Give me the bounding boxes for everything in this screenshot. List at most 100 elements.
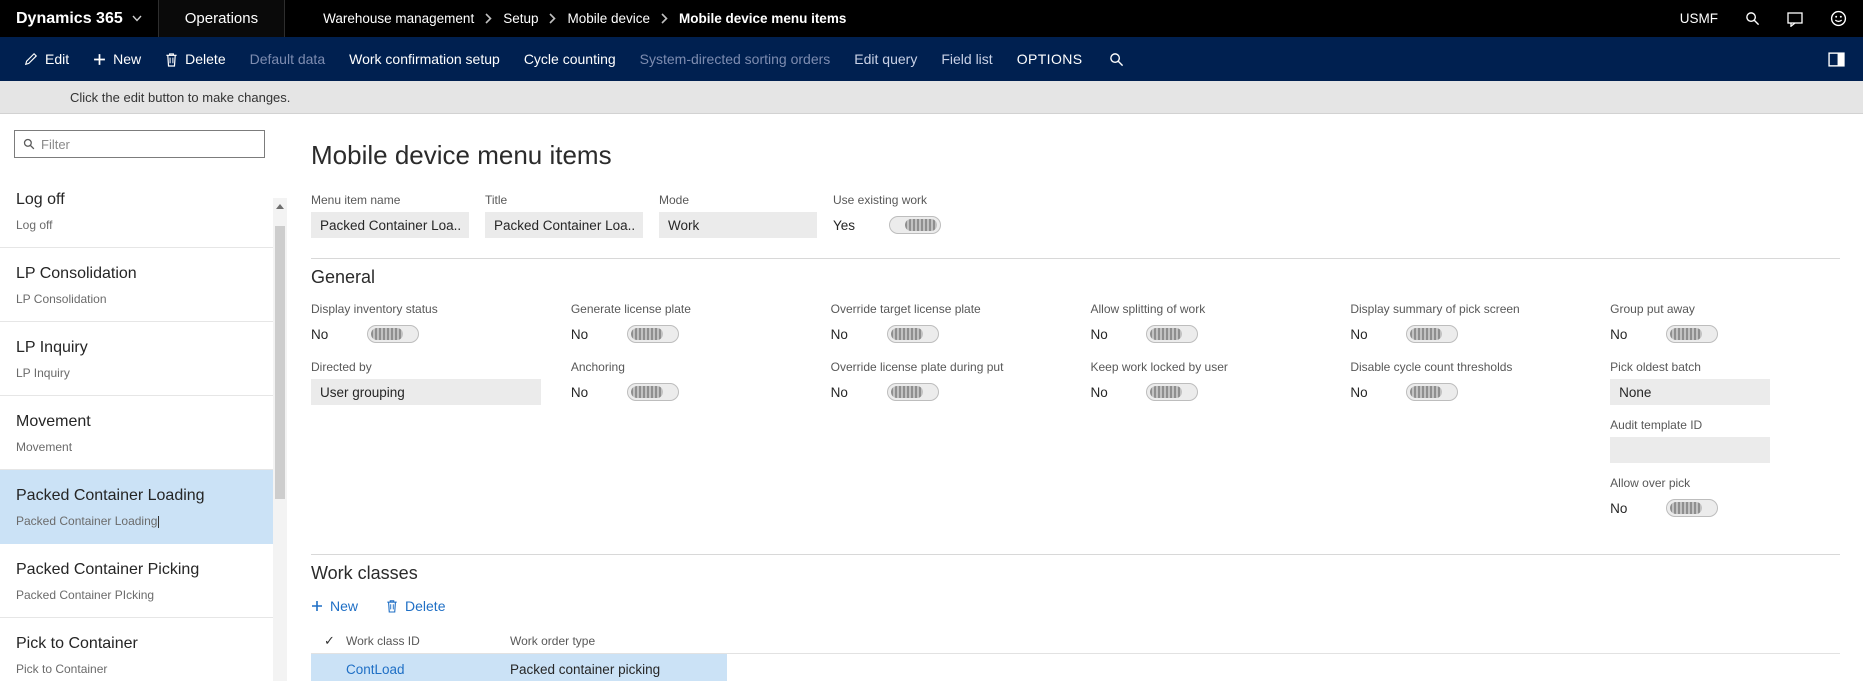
open-right-panel-icon[interactable] (1822, 52, 1851, 67)
toggle-knob (1410, 328, 1442, 340)
field-override-target-license-plate: Override target license plate No (831, 302, 1061, 347)
field-disable-cycle-count-thresholds: Disable cycle count thresholds No (1350, 360, 1580, 405)
toggle-value: No (1610, 327, 1666, 342)
sidebar-item-movement[interactable]: Movement Movement (0, 396, 273, 470)
sidebar-item-pick-to-container[interactable]: Pick to Container Pick to Container (0, 618, 273, 681)
override-target-license-plate-toggle[interactable] (887, 325, 939, 343)
field-label: Mode (659, 193, 817, 207)
toggle-value: No (571, 327, 627, 342)
field-keep-work-locked-by-user: Keep work locked by user No (1090, 360, 1320, 405)
chevron-right-icon (661, 13, 668, 24)
edit-button[interactable]: Edit (12, 37, 81, 81)
item-title: Pick to Container (16, 634, 255, 654)
table-row[interactable]: ContLoad Packed container picking (311, 654, 727, 681)
breadcrumb-setup[interactable]: Setup (503, 11, 538, 26)
trash-icon (386, 599, 398, 613)
sidebar-item-packed-container-picking[interactable]: Packed Container Picking Packed Containe… (0, 544, 273, 618)
sidebar-item-packed-container-loading[interactable]: Packed Container Loading Packed Containe… (0, 470, 273, 544)
work-order-type-cell: Packed container picking (510, 662, 727, 677)
menu-item-field-list[interactable]: Field list (929, 37, 1004, 81)
menu-item-work-confirmation-setup[interactable]: Work confirmation setup (337, 37, 512, 81)
use-existing-work-toggle[interactable] (889, 216, 941, 234)
menu-item-label: Default data (250, 51, 326, 67)
field-label: Use existing work (833, 193, 941, 207)
command-search-icon[interactable] (1095, 37, 1138, 81)
toggle-value: No (1090, 327, 1146, 342)
field-label: Disable cycle count thresholds (1350, 360, 1580, 374)
chat-icon[interactable] (1787, 11, 1803, 27)
display-inventory-status-toggle[interactable] (367, 325, 419, 343)
group-put-away-toggle[interactable] (1666, 325, 1718, 343)
menu-item-edit-query[interactable]: Edit query (842, 37, 929, 81)
menu-item-label: Cycle counting (524, 51, 616, 67)
app-launcher[interactable]: Dynamics 365 (0, 0, 158, 37)
field-label: Display summary of pick screen (1350, 302, 1580, 316)
work-classes-delete-button[interactable]: Delete (386, 598, 445, 614)
field-override-license-plate-during-put: Override license plate during put No (831, 360, 1061, 405)
field-label: Audit template ID (1610, 418, 1840, 432)
section-title: General (311, 267, 1840, 288)
delete-button-label: Delete (405, 598, 445, 614)
work-classes-section: Work classes New Delete ✓ (311, 554, 1840, 681)
anchoring-toggle[interactable] (627, 383, 679, 401)
sidebar-item-lp-consolidation[interactable]: LP Consolidation LP Consolidation (0, 248, 273, 322)
breadcrumb-warehouse-management[interactable]: Warehouse management (323, 11, 474, 26)
menu-item-system-directed-sorting-orders: System-directed sorting orders (628, 37, 843, 81)
toggle-value: No (1350, 385, 1406, 400)
allow-splitting-of-work-toggle[interactable] (1146, 325, 1198, 343)
item-subtitle: Packed Container PIcking (16, 588, 255, 602)
keep-work-locked-by-user-toggle[interactable] (1146, 383, 1198, 401)
delete-button[interactable]: Delete (153, 37, 237, 81)
toggle-value: No (1350, 327, 1406, 342)
menu-item-name-input[interactable] (311, 212, 469, 238)
smiley-icon[interactable] (1830, 10, 1847, 27)
sidebar-item-lp-inquiry[interactable]: LP Inquiry LP Inquiry (0, 322, 273, 396)
toggle-value: No (571, 385, 627, 400)
edit-button-label: Edit (45, 51, 69, 67)
pick-oldest-batch-select[interactable]: None (1610, 379, 1770, 405)
new-button[interactable]: New (81, 37, 153, 81)
item-title: LP Inquiry (16, 338, 255, 358)
column-header-work-order-type[interactable]: Work order type (510, 634, 1840, 648)
options-menu[interactable]: OPTIONS (1005, 37, 1095, 81)
override-license-plate-during-put-toggle[interactable] (887, 383, 939, 401)
scrollbar-thumb[interactable] (275, 226, 285, 499)
toggle-knob (905, 219, 937, 231)
generate-license-plate-toggle[interactable] (627, 325, 679, 343)
new-button-label: New (330, 598, 358, 614)
page-title: Mobile device menu items (311, 140, 1840, 171)
field-label: Allow splitting of work (1090, 302, 1320, 316)
menu-item-default-data: Default data (238, 37, 338, 81)
general-fields-grid: Display inventory status No Directed by … (311, 302, 1840, 534)
toggle-knob (1150, 328, 1182, 340)
breadcrumb-mobile-device[interactable]: Mobile device (567, 11, 650, 26)
scroll-up-icon[interactable] (276, 204, 284, 209)
column-header-work-class-id[interactable]: Work class ID (346, 634, 510, 648)
sidebar-scrollbar[interactable] (273, 198, 287, 681)
search-icon[interactable] (1745, 11, 1760, 26)
module-tab-operations[interactable]: Operations (158, 0, 285, 37)
work-classes-grid: ✓ Work class ID Work order type ContLoad… (311, 628, 1840, 681)
field-label: Title (485, 193, 643, 207)
work-class-id-link[interactable]: ContLoad (346, 662, 510, 677)
field-audit-template-id: Audit template ID (1610, 418, 1840, 463)
company-selector[interactable]: USMF (1680, 11, 1718, 26)
search-icon (23, 138, 35, 150)
audit-template-id-input[interactable] (1610, 437, 1770, 463)
menu-item-cycle-counting[interactable]: Cycle counting (512, 37, 628, 81)
menu-items-sidebar: Log off Log off LP Consolidation LP Cons… (0, 114, 287, 681)
sidebar-item-log-off[interactable]: Log off Log off (0, 174, 273, 248)
display-summary-of-pick-screen-toggle[interactable] (1406, 325, 1458, 343)
work-classes-new-button[interactable]: New (311, 598, 358, 614)
item-subtitle: LP Inquiry (16, 366, 255, 380)
select-all-check-icon[interactable]: ✓ (311, 633, 346, 649)
allow-over-pick-toggle[interactable] (1666, 499, 1718, 517)
mode-select[interactable]: Work (659, 212, 817, 238)
text-caret (158, 516, 159, 528)
disable-cycle-count-thresholds-toggle[interactable] (1406, 383, 1458, 401)
filter-input[interactable] (41, 131, 264, 157)
directed-by-select[interactable]: User grouping (311, 379, 541, 405)
pencil-icon (24, 52, 38, 66)
title-input[interactable] (485, 212, 643, 238)
menu-item-label: OPTIONS (1017, 51, 1083, 67)
